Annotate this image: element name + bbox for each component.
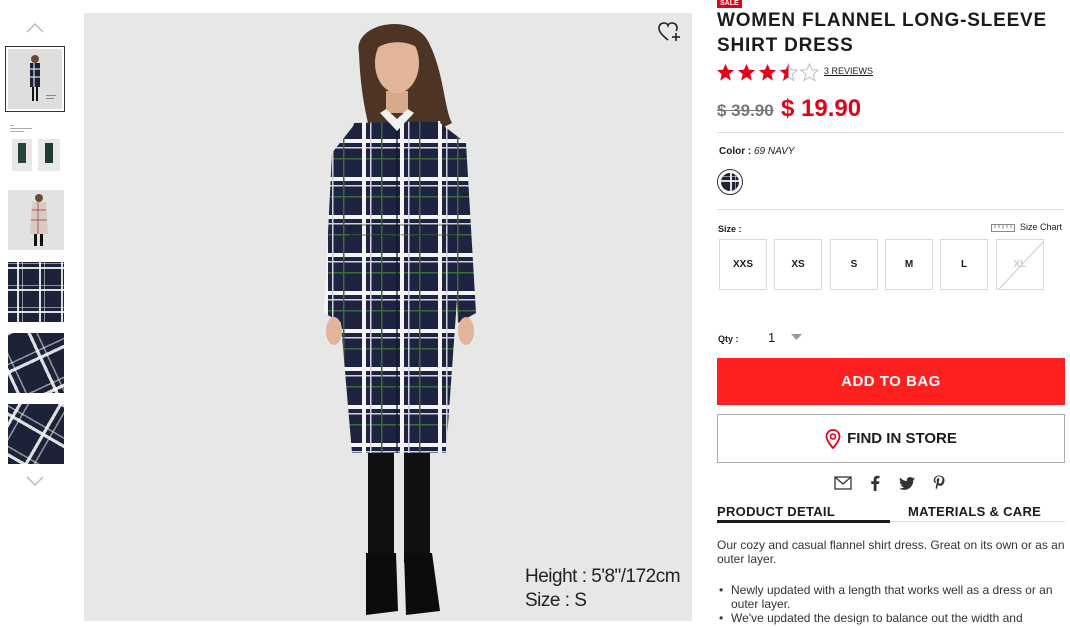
divider [717,209,1064,210]
twitter-icon[interactable] [898,474,916,492]
tab-product-detail[interactable]: PRODUCT DETAIL [717,504,835,519]
star-full-icon [737,63,756,81]
share-icons [834,474,948,492]
color-swatch-navy[interactable] [717,169,743,195]
size-option-xs[interactable]: XS [774,239,822,290]
size-chart-label: Size Chart [1020,222,1063,232]
ruler-icon [991,224,1015,232]
thumbnail-4[interactable] [8,262,64,322]
product-description: Our cozy and casual flannel shirt dress.… [717,538,1065,566]
qty-value: 1 [768,329,776,345]
thumbnail-3[interactable] [8,190,64,250]
location-pin-icon [825,428,841,449]
feature-bullet: Newly updated with a length that works w… [719,583,1070,611]
original-price: $ 39.90 [717,101,774,120]
thumbnails-up-arrow-icon[interactable] [26,22,44,34]
feature-bullet: We've updated the design to balance out … [719,611,1070,625]
model-size-text: Size : S [525,590,587,611]
color-label: Color : 69 NAVY [719,146,795,157]
size-option-xl[interactable]: XL [996,239,1044,290]
add-to-bag-button[interactable]: ADD TO BAG [717,358,1065,405]
sale-price: $ 19.90 [781,95,862,122]
divider [717,132,1064,133]
color-value: 69 NAVY [754,146,795,157]
thumbnails-down-arrow-icon[interactable] [26,475,44,487]
thumbnail-1[interactable] [5,46,65,112]
pinterest-icon[interactable] [930,474,948,492]
product-title: WOMEN FLANNEL LONG-SLEEVE SHIRT DRESS [717,10,1047,56]
qty-label: Qty : [718,334,739,344]
qty-select[interactable]: 1 [762,327,814,347]
rating-stars [716,63,819,82]
active-tab-indicator [717,520,890,523]
swatch-pattern [721,173,739,191]
wishlist-heart-icon[interactable] [658,21,682,43]
find-in-store-button[interactable]: FIND IN STORE [717,414,1065,463]
size-label: Size : [718,224,742,234]
tab-materials-care[interactable]: MATERIALS & CARE [908,504,1041,519]
model-height-text: Height : 5'8"/172cm [525,566,681,587]
star-full-icon [758,63,777,81]
size-option-l[interactable]: L [940,239,988,290]
thumbnail-6[interactable] [8,404,64,464]
model-illustration [324,24,476,615]
reviews-link[interactable]: 3 REVIEWS [824,66,873,76]
thumbnail-2[interactable] [8,119,64,179]
mail-icon[interactable] [834,474,852,492]
thumbnail-strip [0,0,70,627]
size-option-s[interactable]: S [830,239,878,290]
product-features: Newly updated with a length that works w… [717,583,1070,625]
sale-badge: SALE [717,0,742,8]
color-label-text: Color : [719,146,752,157]
model-caption: Height : 5'8"/172cm Size : S [525,565,681,613]
star-empty-icon [800,63,819,82]
unavailable-slash-icon [998,241,1044,290]
star-half-icon [779,63,798,82]
chevron-down-icon [791,334,803,340]
facebook-icon[interactable] [866,474,884,492]
size-chart-link[interactable]: Size Chart [991,222,1062,232]
size-option-m[interactable]: M [885,239,933,290]
star-full-icon [716,63,735,81]
size-option-xxs[interactable]: XXS [719,239,767,290]
tab-underline [890,521,1065,522]
main-product-image: Height : 5'8"/172cm Size : S [84,13,692,621]
find-in-store-label: FIND IN STORE [847,430,957,447]
thumbnail-5[interactable] [8,333,64,393]
